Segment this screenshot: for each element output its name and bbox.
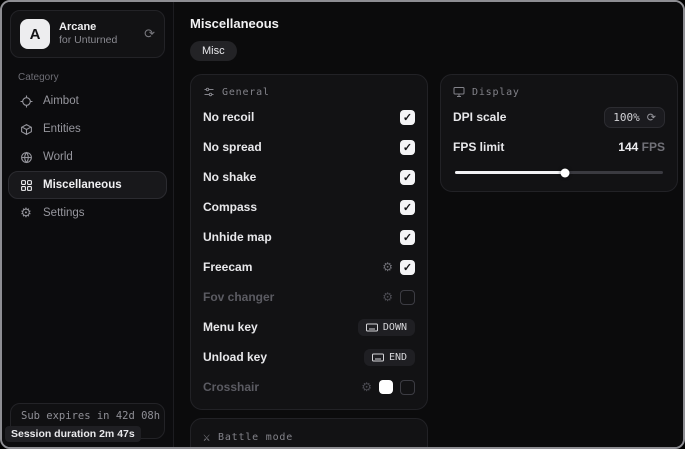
menu-key-value: DOWN (383, 322, 407, 333)
brand-avatar: A (20, 19, 50, 49)
setting-row-no-spread: No spread ✓ (203, 136, 415, 158)
dpi-scale-control[interactable]: 100% ⟳ (604, 107, 665, 128)
keyboard-icon (366, 323, 378, 332)
fps-unit: FPS (642, 140, 665, 154)
grid-icon (19, 178, 33, 192)
page-title: Miscellaneous (190, 16, 678, 31)
setting-label: No recoil (203, 110, 254, 124)
category-label: Category (18, 72, 173, 83)
menu-keybind-button[interactable]: DOWN (358, 319, 415, 336)
sidebar-item-label: Aimbot (43, 95, 79, 107)
battle-panel-header: ⚔ Battle mode (203, 430, 415, 444)
fps-slider-fill (455, 171, 565, 174)
freecam-settings-gear-icon[interactable]: ⚙ (382, 261, 393, 273)
setting-label: FPS limit (453, 140, 504, 154)
fps-slider-handle[interactable] (561, 168, 570, 177)
sidebar-item-label: Settings (43, 207, 85, 219)
setting-label: Crosshair (203, 380, 259, 394)
sidebar-item-world[interactable]: World (8, 143, 167, 171)
unhide-map-checkbox[interactable]: ✓ (400, 230, 415, 245)
crosshair-icon (19, 94, 33, 108)
freecam-checkbox[interactable]: ✓ (400, 260, 415, 275)
sidebar-item-label: World (43, 151, 73, 163)
no-shake-checkbox[interactable]: ✓ (400, 170, 415, 185)
display-panel-title: Display (472, 87, 520, 98)
brand-title: Arcane (59, 21, 135, 35)
display-panel: Display DPI scale 100% ⟳ FPS limit 144 (440, 74, 678, 192)
left-column: General No recoil ✓ No spread ✓ No shake… (190, 74, 428, 449)
sidebar-item-aimbot[interactable]: Aimbot (8, 87, 167, 115)
setting-row-dpi-scale: DPI scale 100% ⟳ (453, 106, 665, 128)
right-column: Display DPI scale 100% ⟳ FPS limit 144 (440, 74, 678, 192)
setting-label: DPI scale (453, 110, 506, 124)
general-panel: General No recoil ✓ No spread ✓ No shake… (190, 74, 428, 410)
sliders-icon (203, 86, 215, 98)
no-recoil-checkbox[interactable]: ✓ (400, 110, 415, 125)
setting-row-no-recoil: No recoil ✓ (203, 106, 415, 128)
panel-columns: General No recoil ✓ No spread ✓ No shake… (190, 74, 678, 449)
monitor-icon (453, 86, 465, 98)
swords-icon: ⚔ (203, 430, 211, 444)
gear-icon: ⚙ (19, 206, 33, 220)
no-spread-checkbox[interactable]: ✓ (400, 140, 415, 155)
compass-checkbox[interactable]: ✓ (400, 200, 415, 215)
reset-icon[interactable]: ⟳ (647, 111, 656, 124)
setting-row-freecam: Freecam ⚙ ✓ (203, 256, 415, 278)
setting-label: Unhide map (203, 230, 272, 244)
main-content: Miscellaneous Misc General No recoil ✓ (174, 2, 685, 447)
session-duration-tooltip: Session duration 2m 47s (5, 426, 141, 442)
setting-label: No shake (203, 170, 256, 184)
setting-row-unload-key: Unload key END (203, 346, 415, 368)
fov-changer-checkbox[interactable] (400, 290, 415, 305)
setting-row-fov-changer: Fov changer ⚙ (203, 286, 415, 308)
fps-limit-value: 144 FPS (618, 140, 665, 154)
general-panel-title: General (222, 87, 270, 98)
crosshair-color-swatch[interactable] (379, 380, 393, 394)
setting-row-menu-key: Menu key DOWN (203, 316, 415, 338)
brand-text: Arcane for Unturned (59, 21, 135, 48)
sync-icon[interactable]: ⟳ (144, 26, 155, 42)
display-panel-header: Display (453, 86, 665, 98)
fps-limit-slider[interactable] (455, 171, 663, 174)
crosshair-checkbox[interactable] (400, 380, 415, 395)
sidebar-item-settings[interactable]: ⚙ Settings (8, 199, 167, 227)
setting-row-compass: Compass ✓ (203, 196, 415, 218)
brand-subtitle: for Unturned (59, 34, 135, 47)
crosshair-settings-gear-icon[interactable]: ⚙ (361, 381, 372, 393)
tab-misc[interactable]: Misc (190, 41, 237, 61)
setting-row-unhide-map: Unhide map ✓ (203, 226, 415, 248)
setting-label: Compass (203, 200, 257, 214)
sidebar-item-label: Miscellaneous (43, 179, 122, 191)
globe-icon (19, 150, 33, 164)
unload-key-value: END (389, 352, 407, 363)
app-window: A Arcane for Unturned ⟳ Category Aimbot … (0, 0, 685, 449)
brand-card: A Arcane for Unturned ⟳ (10, 10, 165, 58)
battle-panel-title: Battle mode (218, 432, 293, 443)
dpi-scale-value: 100% (613, 111, 640, 124)
setting-label: No spread (203, 140, 262, 154)
battle-mode-panel: ⚔ Battle mode Keybind F5 (190, 418, 428, 449)
subscription-card: Sub expires in 42d 08h Session duration … (10, 403, 165, 439)
fps-number: 144 (618, 140, 638, 154)
fov-settings-gear-icon[interactable]: ⚙ (382, 291, 393, 303)
setting-row-fps-limit: FPS limit 144 FPS (453, 136, 665, 158)
sub-expires-text: Sub expires in 42d 08h (21, 410, 154, 422)
setting-label: Unload key (203, 350, 267, 364)
setting-label: Fov changer (203, 290, 274, 304)
sidebar-item-label: Entities (43, 123, 81, 135)
keyboard-icon (372, 353, 384, 362)
sidebar-item-miscellaneous[interactable]: Miscellaneous (8, 171, 167, 199)
category-nav: Aimbot Entities World Miscellaneous (2, 87, 173, 227)
sidebar: A Arcane for Unturned ⟳ Category Aimbot … (2, 2, 174, 447)
setting-label: Menu key (203, 320, 258, 334)
cube-icon (19, 122, 33, 136)
setting-label: Freecam (203, 260, 252, 274)
general-panel-header: General (203, 86, 415, 98)
unload-keybind-button[interactable]: END (364, 349, 415, 366)
setting-row-crosshair: Crosshair ⚙ (203, 376, 415, 398)
sidebar-item-entities[interactable]: Entities (8, 115, 167, 143)
setting-row-no-shake: No shake ✓ (203, 166, 415, 188)
